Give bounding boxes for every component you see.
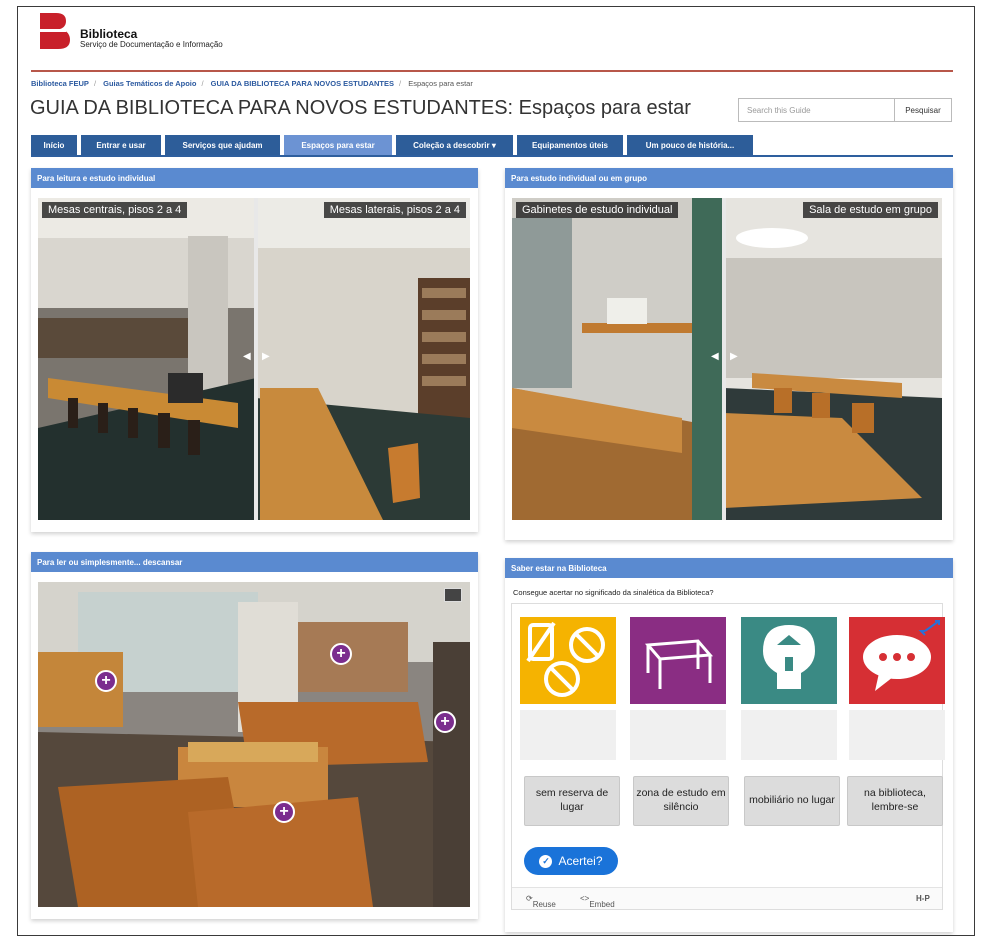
breadcrumb-item[interactable]: GUIA DA BIBLIOTECA PARA NOVOS ESTUDANTES [211,79,394,88]
breadcrumb-item[interactable]: Biblioteca FEUP [31,79,89,88]
panel-heading: Saber estar na Biblioteca [505,558,953,578]
drop-zone[interactable] [741,710,837,760]
breadcrumb-current: Espaços para estar [408,79,473,88]
page-title: GUIA DA BIBLIOTECA PARA NOVOS ESTUDANTES… [30,97,691,119]
drag-drop-quiz: sem reserva de lugar zona de estudo em s… [511,603,945,910]
tab-entrar-e-usar[interactable]: Entrar e usar [81,135,161,155]
reuse-label: Reuse [532,900,556,909]
study-rooms-photo [512,198,942,520]
panel-heading: Para estudo individual ou em grupo [505,168,953,188]
breadcrumb-item[interactable]: Guias Temáticos de Apoio [103,79,196,88]
tab-servicos[interactable]: Serviços que ajudam [165,135,280,155]
panel-quiz: Saber estar na Biblioteca Consegue acert… [505,558,953,932]
tab-inicio[interactable]: Início [31,135,77,155]
tab-colecao-a-descobrir[interactable]: Coleção a descobrir ▾ [396,135,513,155]
panel-heading: Para leitura e estudo individual [31,168,478,188]
search-button[interactable]: Pesquisar [894,98,952,122]
quiz-footer: ⟳ Reuse <> Embed H-P [512,887,942,909]
chevron-right-icon: ▶ [262,351,270,362]
biblioteca-logo[interactable] [36,11,76,51]
quiz-question: Consegue acertar no significado da sinal… [513,588,714,597]
header-rule [31,70,953,72]
photo-caption: Mesas laterais, pisos 2 a 4 [323,202,466,218]
photo-caption: Sala de estudo em grupo [803,202,938,218]
embed-link[interactable]: <> Embed [580,894,615,909]
lamp-bulb-icon[interactable] [741,617,837,704]
hotspot-plus-icon[interactable]: + [434,711,456,733]
hotspot-plus-icon[interactable]: + [95,670,117,692]
panel-heading: Para ler ou simplesmente... descansar [31,552,478,572]
hotspot-image-relax[interactable]: + + + + [38,582,470,907]
image-compare-group[interactable]: ◀ ▶ Gabinetes de estudo individual Sala … [512,198,942,520]
fullscreen-icon[interactable] [444,588,462,602]
embed-label: Embed [589,900,615,909]
library-guide-page: Biblioteca Serviço de Documentação e Inf… [17,6,975,936]
breadcrumb: Biblioteca FEUP / Guias Temáticos de Apoi… [31,79,473,88]
compare-divider[interactable] [722,198,726,520]
check-answer-button[interactable]: ✓ Acertei? [524,847,618,875]
image-compare-individual[interactable]: ◀ ▶ Mesas centrais, pisos 2 a 4 Mesas la… [38,198,470,520]
check-circle-icon: ✓ [539,854,553,868]
speech-bubble-icon[interactable] [849,617,945,704]
panel-relax: Para ler ou simplesmente... descansar + … [31,552,478,919]
compare-divider[interactable] [254,198,258,520]
drop-zone[interactable] [630,710,726,760]
draggable-label[interactable]: zona de estudo em silêncio [633,776,729,826]
draggable-label[interactable]: sem reserva de lugar [524,776,620,826]
chevron-right-icon: ▶ [730,351,738,362]
h5p-logo[interactable]: H-P [916,894,930,903]
drop-zone[interactable] [849,710,945,760]
draggable-label[interactable]: na biblioteca, lembre-se [847,776,943,826]
tab-equipamentos-uteis[interactable]: Equipamentos úteis [517,135,623,155]
check-button-label: Acertei? [558,854,603,868]
table-icon[interactable] [630,617,726,704]
panel-individual-study: Para leitura e estudo individual ◀ ▶ Mes… [31,168,478,532]
logo-name: Biblioteca [80,27,138,41]
lounge-photo [38,582,470,907]
logo-subtitle: Serviço de Documentação e Informação [80,40,223,49]
photo-caption: Gabinetes de estudo individual [516,202,679,218]
hotspot-plus-icon[interactable]: + [273,801,295,823]
tab-um-pouco-de-historia[interactable]: Um pouco de história... [627,135,753,155]
photo-caption: Mesas centrais, pisos 2 a 4 [42,202,188,218]
reuse-link[interactable]: ⟳ Reuse [526,894,556,909]
no-phone-no-food-no-smoking-icon[interactable] [520,617,616,704]
drop-zone[interactable] [520,710,616,760]
draggable-label[interactable]: mobiliário no lugar [744,776,840,826]
chevron-left-icon: ◀ [243,351,251,362]
tab-espacos-para-estar[interactable]: Espaços para estar [284,135,392,155]
chevron-left-icon: ◀ [711,351,719,362]
search-input[interactable] [738,98,895,122]
guide-tabs: Início Entrar e usar Serviços que ajudam… [31,135,953,157]
hotspot-plus-icon[interactable]: + [330,643,352,665]
panel-group-study: Para estudo individual ou em grupo ◀ ▶ G… [505,168,953,540]
